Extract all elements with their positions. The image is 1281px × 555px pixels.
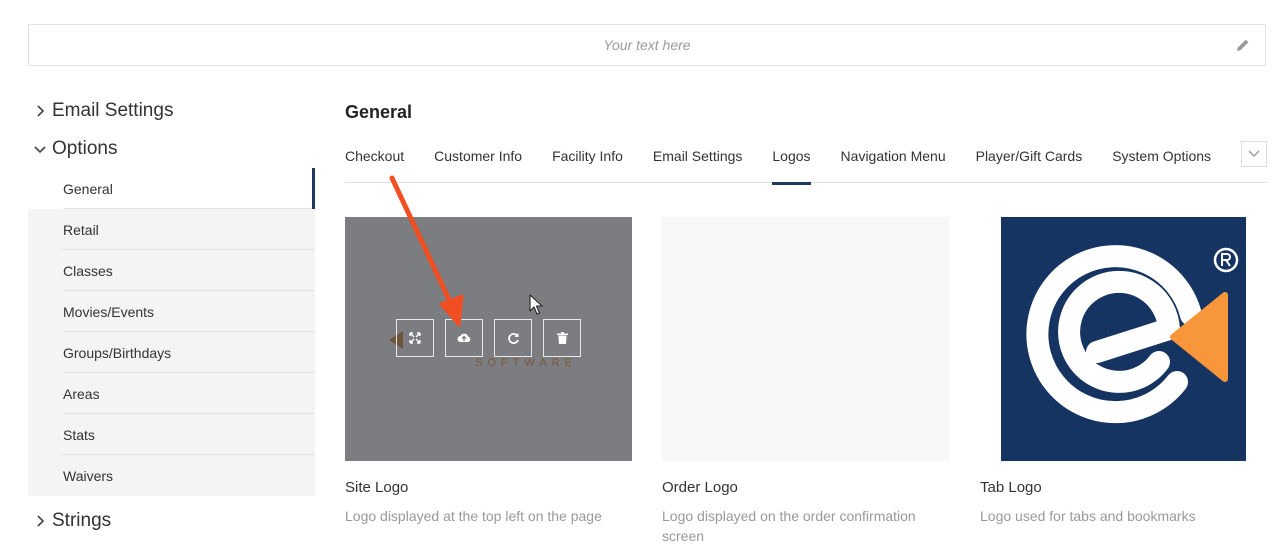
refresh-button[interactable]	[494, 319, 532, 357]
expand-icon	[409, 332, 421, 344]
sidebar-item-general[interactable]: General	[28, 168, 315, 209]
sidebar-section-label: Email Settings	[52, 100, 174, 121]
site-logo-description: Logo displayed at the top left on the pa…	[345, 508, 602, 524]
order-logo-thumbnail[interactable]	[662, 217, 949, 461]
tab-email-settings[interactable]: Email Settings	[653, 134, 742, 182]
upload-button[interactable]	[445, 319, 483, 357]
site-logo-card: SOFTWARE Site Logo Logo displayed at the…	[345, 217, 632, 526]
tab-logos[interactable]: Logos	[772, 134, 811, 185]
sidebar-item-classes[interactable]: Classes	[28, 250, 315, 291]
trash-icon	[556, 332, 568, 344]
tab-logo-thumbnail[interactable]	[1001, 217, 1246, 461]
tab-customer-info[interactable]: Customer Info	[434, 134, 522, 182]
tabs-more-button[interactable]	[1241, 141, 1267, 167]
placeholder-text: Your text here	[603, 37, 691, 53]
tab-navigation-menu[interactable]: Navigation Menu	[841, 134, 946, 182]
main-content: General Checkout Customer Info Facility …	[345, 92, 1267, 185]
tab-logo-description: Logo used for tabs and bookmarks	[980, 508, 1196, 524]
site-logo-title: Site Logo	[345, 479, 409, 496]
sidebar-options-list: General Retail Classes Movies/Events Gro…	[28, 168, 315, 496]
sidebar-section-strings[interactable]: Strings	[28, 502, 315, 540]
site-logo-thumbnail[interactable]: SOFTWARE	[345, 217, 632, 461]
sidebar-item-label: Retail	[63, 221, 99, 238]
tab-bar: Checkout Customer Info Facility Info Ema…	[345, 134, 1267, 185]
sidebar-item-retail[interactable]: Retail	[28, 209, 315, 250]
chevron-right-icon	[28, 515, 52, 527]
sidebar-item-label: Movies/Events	[63, 303, 155, 320]
brand-logo-icon	[1026, 245, 1239, 424]
sidebar-item-label: Classes	[63, 262, 113, 279]
chevron-down-icon	[1248, 150, 1260, 157]
refresh-icon	[507, 332, 519, 344]
order-logo-card: Order Logo Logo displayed on the order c…	[662, 217, 949, 546]
sidebar-item-groups-birthdays[interactable]: Groups/Birthdays	[28, 332, 315, 373]
order-logo-description: Logo displayed on the order confirmation…	[662, 508, 916, 544]
sidebar-item-label: Waivers	[63, 467, 114, 484]
order-logo-title: Order Logo	[662, 479, 738, 496]
pencil-icon[interactable]	[1235, 37, 1251, 53]
sidebar-item-areas[interactable]: Areas	[28, 373, 315, 414]
sidebar-item-label: Stats	[63, 426, 95, 443]
sidebar: Email Settings Options General Retail Cl…	[28, 92, 315, 540]
tab-player-gift-cards[interactable]: Player/Gift Cards	[976, 134, 1083, 182]
tab-system-options[interactable]: System Options	[1112, 134, 1211, 182]
sidebar-section-options[interactable]: Options	[28, 130, 315, 168]
sidebar-item-label: Areas	[63, 385, 100, 402]
sidebar-item-label: General	[63, 180, 113, 197]
sidebar-item-stats[interactable]: Stats	[28, 414, 315, 455]
sidebar-section-email-settings[interactable]: Email Settings	[28, 92, 315, 130]
expand-button[interactable]	[396, 319, 434, 357]
sidebar-item-movies-events[interactable]: Movies/Events	[28, 291, 315, 332]
tab-logo-title: Tab Logo	[980, 479, 1042, 496]
sidebar-item-waivers[interactable]: Waivers	[28, 455, 315, 496]
upload-cloud-icon	[457, 333, 471, 342]
delete-button[interactable]	[543, 319, 581, 357]
sidebar-section-label: Strings	[52, 510, 112, 531]
logo-action-bar	[345, 319, 632, 357]
chevron-down-icon	[28, 144, 52, 154]
page-title: General	[345, 102, 413, 122]
logo-brand-word: SOFTWARE	[475, 357, 577, 369]
sidebar-section-label: Options	[52, 138, 118, 159]
mouse-cursor-icon	[529, 294, 543, 315]
sidebar-item-label: Groups/Birthdays	[63, 344, 172, 361]
tab-checkout[interactable]: Checkout	[345, 134, 404, 182]
tab-logo-card: Tab Logo Logo used for tabs and bookmark…	[980, 217, 1267, 526]
tab-facility-info[interactable]: Facility Info	[552, 134, 623, 182]
chevron-right-icon	[28, 105, 52, 117]
editable-text-bar[interactable]: Your text here	[28, 24, 1266, 66]
